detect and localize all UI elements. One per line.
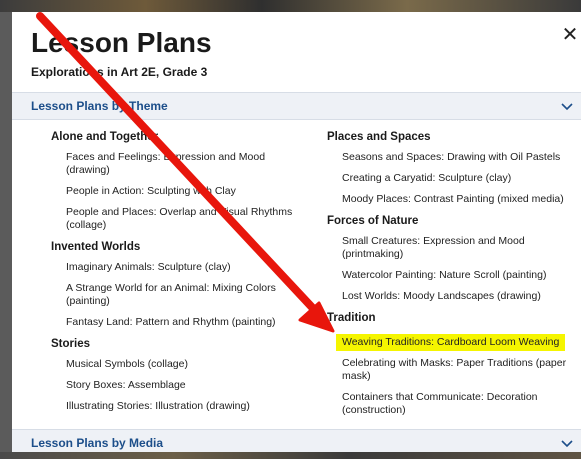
theme-group: Tradition Weaving Traditions: Cardboard L… — [327, 311, 577, 417]
theme-group: Invented Worlds Imaginary Animals: Sculpt… — [51, 240, 301, 329]
theme-group-heading: Tradition — [327, 312, 376, 324]
lesson-link[interactable]: Faces and Feelings: Expression and Mood … — [66, 151, 301, 177]
lesson-link[interactable]: Watercolor Painting: Nature Scroll (pain… — [342, 269, 577, 282]
lesson-link[interactable]: Story Boxes: Assemblage — [66, 379, 301, 392]
lesson-link[interactable]: Small Creatures: Expression and Mood (pr… — [342, 235, 577, 261]
lesson-list: Imaginary Animals: Sculpture (clay) A Str… — [66, 261, 301, 329]
lesson-link[interactable]: Fantasy Land: Pattern and Rhythm (painti… — [66, 316, 301, 329]
theme-group: Stories Musical Symbols (collage) Story Bo… — [51, 337, 301, 413]
theme-column-left: Alone and Together Faces and Feelings: Ex… — [51, 130, 301, 421]
theme-group: Alone and Together Faces and Feelings: Ex… — [51, 130, 301, 232]
lesson-link-highlighted[interactable]: Weaving Traditions: Cardboard Loom Weavi… — [336, 334, 566, 351]
accordion-lesson-plans-by-theme[interactable]: Lesson Plans by Theme — [12, 92, 581, 120]
lesson-link[interactable]: Musical Symbols (collage) — [66, 358, 301, 371]
lesson-link[interactable]: Illustrating Stories: Illustration (draw… — [66, 400, 301, 413]
chevron-down-icon[interactable] — [559, 435, 575, 451]
lesson-link[interactable]: A Strange World for an Animal: Mixing Co… — [66, 282, 301, 308]
lesson-link[interactable]: Moody Places: Contrast Painting (mixed m… — [342, 193, 577, 206]
lesson-link[interactable]: Celebrating with Masks: Paper Traditions… — [342, 357, 577, 383]
lesson-link[interactable]: Seasons and Spaces: Drawing with Oil Pas… — [342, 151, 577, 164]
lesson-list: Weaving Traditions: Cardboard Loom Weavi… — [336, 332, 577, 417]
background-page-top — [0, 0, 581, 12]
lesson-link[interactable]: People and Places: Overlap and Visual Rh… — [66, 206, 301, 232]
lesson-link[interactable]: People in Action: Sculpting with Clay — [66, 185, 301, 198]
lesson-list: Faces and Feelings: Expression and Mood … — [66, 151, 301, 232]
chevron-down-icon[interactable] — [559, 98, 575, 114]
theme-group-heading: Forces of Nature — [327, 215, 419, 227]
background-page-bottom — [0, 452, 581, 459]
theme-group-heading: Alone and Together — [51, 131, 159, 143]
lesson-list: Seasons and Spaces: Drawing with Oil Pas… — [342, 151, 577, 206]
theme-group-heading: Invented Worlds — [51, 241, 141, 253]
modal-subtitle: Explorations in Art 2E, Grade 3 — [31, 65, 208, 79]
theme-group-heading: Stories — [51, 338, 90, 350]
lesson-link[interactable]: Lost Worlds: Moody Landscapes (drawing) — [342, 290, 577, 303]
lesson-link[interactable]: Imaginary Animals: Sculpture (clay) — [66, 261, 301, 274]
theme-column-right: Places and Spaces Seasons and Spaces: Dra… — [327, 130, 577, 425]
lesson-plans-modal: Lesson Plans ✕ Explorations in Art 2E, G… — [12, 12, 581, 452]
lesson-list: Small Creatures: Expression and Mood (pr… — [342, 235, 577, 303]
modal-title: Lesson Plans — [31, 27, 212, 58]
theme-group: Places and Spaces Seasons and Spaces: Dra… — [327, 130, 577, 206]
accordion-label: Lesson Plans by Theme — [31, 99, 168, 113]
theme-group-heading: Places and Spaces — [327, 131, 431, 143]
close-icon[interactable]: ✕ — [562, 24, 579, 46]
accordion-label: Lesson Plans by Media — [31, 436, 164, 450]
close-button[interactable]: ✕ — [560, 24, 580, 46]
accordion-lesson-plans-by-media[interactable]: Lesson Plans by Media — [12, 429, 581, 452]
lesson-link[interactable]: Containers that Communicate: Decoration … — [342, 391, 577, 417]
theme-group: Forces of Nature Small Creatures: Express… — [327, 214, 577, 303]
lesson-list: Musical Symbols (collage) Story Boxes: As… — [66, 358, 301, 413]
lesson-link[interactable]: Creating a Caryatid: Sculpture (clay) — [342, 172, 577, 185]
